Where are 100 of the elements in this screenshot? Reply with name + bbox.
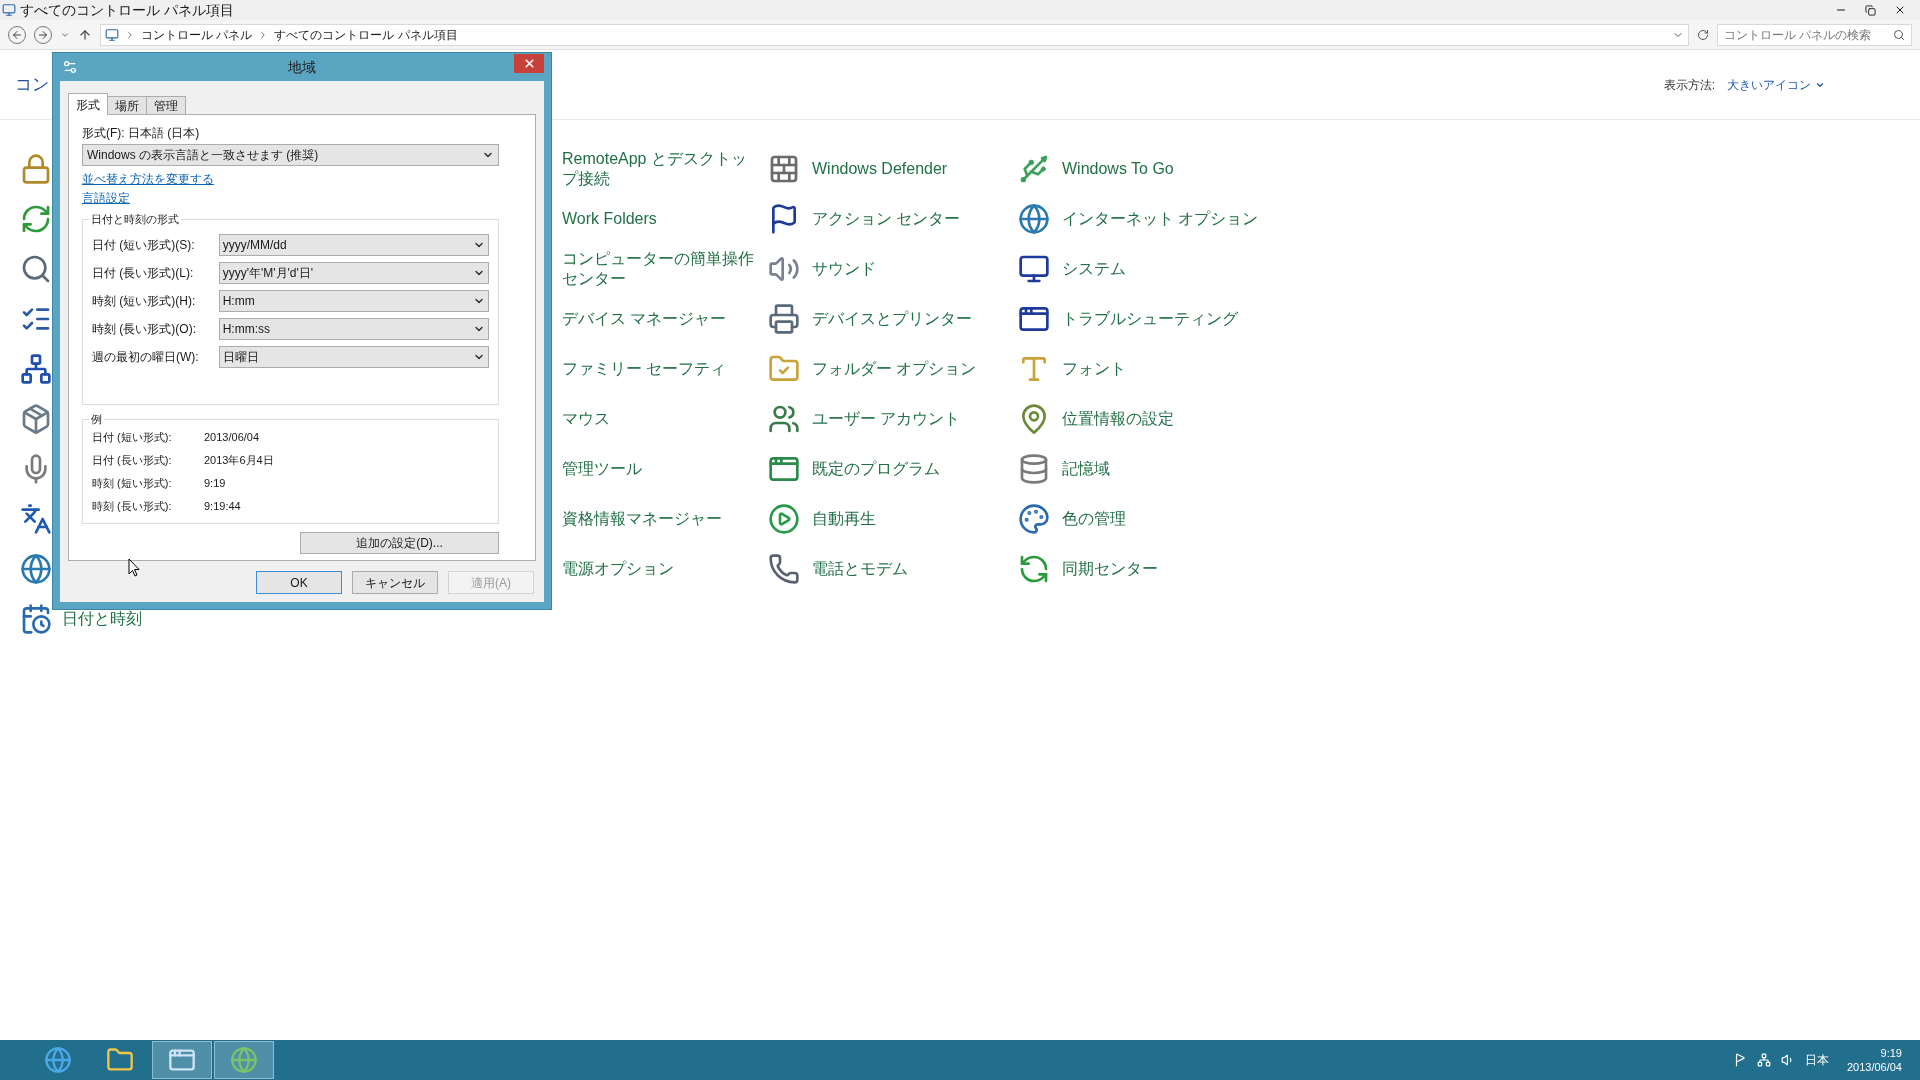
search-field[interactable]: コントロール パネルの検索: [1717, 23, 1912, 46]
control-panel-link[interactable]: デバイス マネージャー: [562, 294, 768, 344]
box-icon[interactable]: [20, 403, 52, 435]
control-panel-link[interactable]: デバイスとプリンター: [768, 294, 1018, 344]
close-icon: [522, 56, 536, 70]
tab[interactable]: 場所: [107, 96, 147, 114]
window-title: すべてのコントロール パネル項目: [20, 3, 234, 17]
folder-icon: [106, 1046, 134, 1074]
taskbar-button[interactable]: [152, 1041, 212, 1079]
control-panel-link[interactable]: 管理ツール: [562, 444, 768, 494]
view-dropdown[interactable]: 大きいアイコン: [1727, 75, 1825, 94]
sync-arrows-icon[interactable]: [20, 203, 52, 235]
up-icon[interactable]: [78, 27, 92, 42]
control-panel-link[interactable]: コンピューターの簡単操作センター: [562, 244, 768, 294]
chevron-icon: [125, 29, 135, 40]
sync-icon: [1018, 553, 1050, 585]
format-dropdown[interactable]: 日曜日: [218, 346, 489, 368]
view-label: 表示方法:: [1663, 76, 1715, 94]
dialog-button[interactable]: OK: [256, 571, 342, 594]
printer-icon: [768, 303, 800, 335]
close-icon[interactable]: [1894, 4, 1906, 16]
group-title: 日付と時刻の形式: [89, 211, 181, 228]
magnifier-icon[interactable]: [20, 253, 52, 285]
page-heading: コン: [15, 73, 49, 96]
language-icon[interactable]: [20, 503, 52, 535]
network-icon[interactable]: [20, 353, 52, 385]
lock-icon[interactable]: [20, 153, 52, 185]
control-panel-link[interactable]: 自動再生: [768, 494, 1018, 544]
calendar-clock-icon: [20, 603, 52, 635]
settings-link[interactable]: 並べ替え方法を変更する: [82, 170, 214, 189]
control-panel-link[interactable]: システム: [1018, 244, 1268, 294]
control-panel-link[interactable]: 位置情報の設定: [1018, 394, 1268, 444]
clock[interactable]: 9:19 2013/06/04: [1846, 1046, 1902, 1074]
users-icon: [768, 403, 800, 435]
palette-icon: [1018, 503, 1050, 535]
example-label: 時刻 (長い形式):: [92, 499, 173, 515]
refresh-icon[interactable]: [1697, 28, 1709, 41]
field-label: 時刻 (短い形式)(H):: [92, 293, 197, 310]
control-panel-link[interactable]: マウス: [562, 394, 768, 444]
restore-icon[interactable]: [1865, 4, 1876, 16]
network-icon[interactable]: [1756, 1053, 1771, 1067]
field-label: 日付 (長い形式)(L):: [92, 265, 195, 282]
example-label: 時刻 (短い形式):: [92, 476, 173, 492]
monitor-icon: [1018, 253, 1050, 285]
globe-icon: [1018, 203, 1050, 235]
usb-drive-icon: [1018, 153, 1050, 185]
field-label: 日付 (短い形式)(S):: [92, 237, 196, 254]
format-dropdown[interactable]: yyyy/MM/dd: [218, 234, 489, 256]
control-panel-link[interactable]: Windows To Go: [1018, 144, 1268, 194]
additional-settings-button[interactable]: 追加の設定(D)...: [300, 532, 499, 554]
search-icon: [1893, 28, 1905, 41]
control-panel-link[interactable]: ファミリー セーフティ: [562, 344, 768, 394]
settings-link[interactable]: 言語設定: [82, 189, 130, 208]
group-title: 例: [89, 411, 104, 428]
control-panel-link[interactable]: アクション センター: [768, 194, 1018, 244]
breadcrumb[interactable]: コントロール パネル: [141, 25, 253, 44]
tab[interactable]: 形式: [68, 93, 108, 115]
control-panel-link[interactable]: トラブルシューティング: [1018, 294, 1268, 344]
language-indicator[interactable]: 日本: [1804, 1051, 1829, 1069]
control-panel-link[interactable]: 記憶域: [1018, 444, 1268, 494]
format-dropdown[interactable]: Windows の表示言語と一致させます (推奨): [82, 144, 499, 166]
example-value: 9:19:44: [204, 499, 241, 515]
play-icon: [768, 503, 800, 535]
address-field[interactable]: コントロール パネル すべてのコントロール パネル項目: [100, 23, 1689, 46]
format-dropdown[interactable]: H:mm: [218, 290, 489, 312]
control-panel-icon: [2, 3, 16, 17]
control-panel-link[interactable]: 色の管理: [1018, 494, 1268, 544]
format-label: 形式(F): 日本語 (日本): [82, 125, 201, 141]
control-panel-link[interactable]: 日付と時刻: [20, 594, 562, 644]
example-value: 9:19: [204, 476, 226, 492]
control-panel-link[interactable]: Work Folders: [562, 194, 768, 244]
control-panel-link[interactable]: ユーザー アカウント: [768, 394, 1018, 444]
storage-icon: [1018, 453, 1050, 485]
example-value: 2013/06/04: [204, 430, 260, 446]
format-dropdown[interactable]: yyyy'年'M'月'd'日': [218, 262, 489, 284]
tab[interactable]: 管理: [146, 96, 186, 114]
close-button[interactable]: [514, 53, 544, 73]
control-panel-link[interactable]: インターネット オプション: [1018, 194, 1268, 244]
breadcrumb[interactable]: すべてのコントロール パネル項目: [274, 25, 458, 44]
control-panel-link[interactable]: RemoteApp とデスクトップ接続: [562, 144, 768, 194]
control-panel-link[interactable]: 既定のプログラム: [768, 444, 1018, 494]
control-panel-link[interactable]: フォント: [1018, 344, 1268, 394]
field-label: 時刻 (長い形式)(O):: [92, 321, 197, 338]
control-panel-link[interactable]: 電源オプション: [562, 544, 768, 594]
control-panel-link[interactable]: サウンド: [768, 244, 1018, 294]
brick-wall-icon: [768, 153, 800, 185]
control-panel-link[interactable]: 電話とモデム: [768, 544, 1018, 594]
control-panel-link[interactable]: フォルダー オプション: [768, 344, 1018, 394]
example-label: 日付 (短い形式):: [92, 430, 173, 446]
phone-icon: [768, 553, 800, 585]
control-panel-icon: [105, 27, 119, 42]
control-panel-link[interactable]: Windows Defender: [768, 144, 1018, 194]
dialog-title: 地域: [288, 57, 316, 77]
control-panel-link[interactable]: 同期センター: [1018, 544, 1268, 594]
control-panel-link[interactable]: 資格情報マネージャー: [562, 494, 768, 544]
dialog-button[interactable]: キャンセル: [352, 571, 438, 594]
format-dropdown[interactable]: H:mm:ss: [218, 318, 489, 340]
example-value: 2013年6月4日: [204, 453, 274, 469]
globe-icon[interactable]: [20, 553, 52, 585]
example-label: 日付 (長い形式):: [92, 453, 173, 469]
